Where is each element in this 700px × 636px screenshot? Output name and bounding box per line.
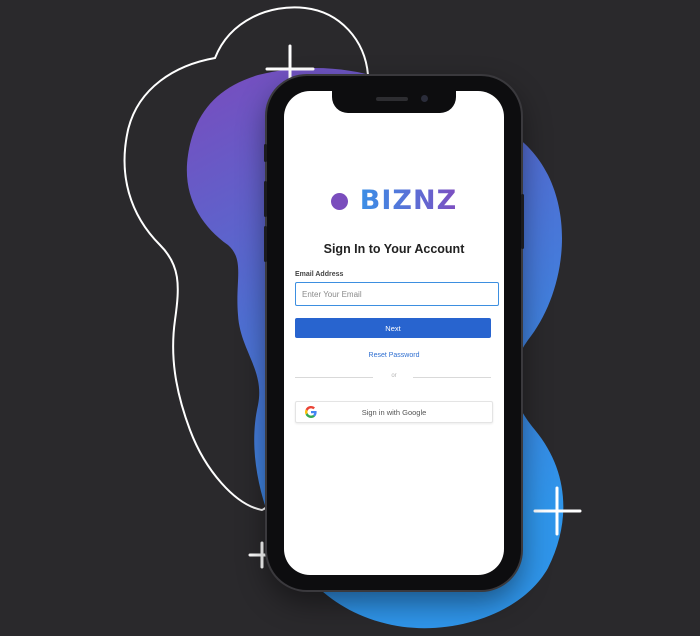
google-signin-button[interactable]: Sign in with Google (295, 401, 493, 423)
speaker-grille (376, 97, 408, 101)
page-title: Sign In to Your Account (323, 242, 465, 256)
circle-dot-icon (330, 192, 348, 210)
phone-screen: BIZNZ Sign In to Your Account Email Addr… (284, 91, 504, 575)
front-camera (421, 95, 428, 102)
reset-password-link[interactable]: Reset Password (284, 352, 504, 359)
notch (332, 91, 456, 113)
email-field[interactable] (295, 282, 499, 306)
volume-up-button (264, 181, 267, 217)
email-label: Email Address (295, 271, 344, 278)
next-button[interactable]: Next (295, 318, 491, 338)
divider-or-text: or (391, 373, 397, 379)
brand-logo: BIZNZ (284, 186, 504, 216)
divider-right (413, 377, 491, 378)
brand-name: BIZNZ (359, 185, 458, 216)
silent-switch (264, 144, 267, 162)
app-stage: BIZNZ Sign In to Your Account Email Addr… (0, 0, 700, 636)
volume-down-button (264, 226, 267, 262)
google-signin-label: Sign in with Google (361, 407, 427, 417)
power-button (521, 194, 524, 249)
phone-frame: BIZNZ Sign In to Your Account Email Addr… (264, 76, 524, 590)
